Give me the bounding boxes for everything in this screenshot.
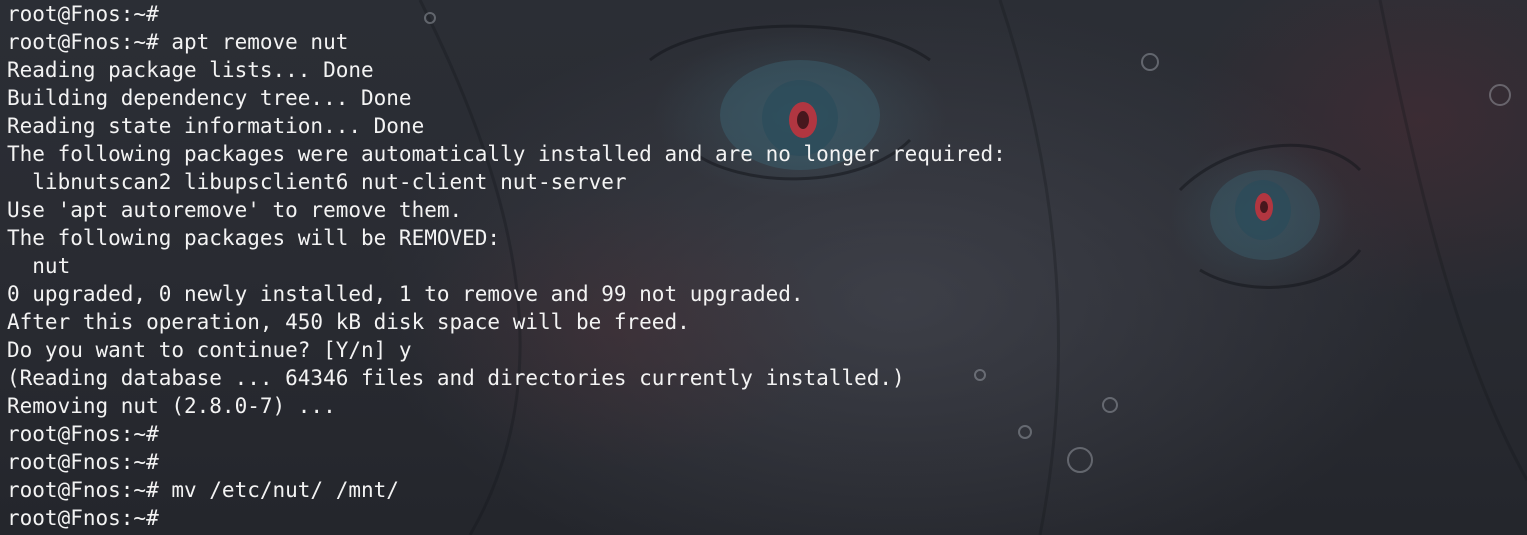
terminal-prompt-line[interactable]: root@Fnos:~# (7, 504, 1006, 532)
terminal-line: Use 'apt autoremove' to remove them. (7, 198, 463, 222)
terminal-line: root@Fnos:~# apt remove nut (7, 30, 349, 54)
terminal-line: Reading package lists... Done (7, 58, 374, 82)
terminal-prompt: root@Fnos:~# (7, 506, 159, 530)
terminal-line: Removing nut (2.8.0-7) ... (7, 394, 336, 418)
terminal-line: Do you want to continue? [Y/n] y (7, 338, 412, 362)
terminal-line: root@Fnos:~# (7, 2, 159, 26)
terminal-line: The following packages will be REMOVED: (7, 226, 501, 250)
terminal-line: Building dependency tree... Done (7, 86, 412, 110)
eye-right-art (1210, 170, 1320, 260)
terminal-line: root@Fnos:~# mv /etc/nut/ /mnt/ (7, 478, 399, 502)
terminal-line: After this operation, 450 kB disk space … (7, 310, 690, 334)
terminal-window[interactable]: root@Fnos:~# root@Fnos:~# apt remove nut R… (0, 0, 1527, 535)
terminal-output[interactable]: root@Fnos:~# root@Fnos:~# apt remove nut R… (7, 0, 1006, 532)
terminal-line: The following packages were automaticall… (7, 142, 1006, 166)
terminal-line: libnutscan2 libupsclient6 nut-client nut… (7, 170, 627, 194)
terminal-line: (Reading database ... 64346 files and di… (7, 366, 905, 390)
terminal-line: root@Fnos:~# (7, 450, 159, 474)
terminal-line: 0 upgraded, 0 newly installed, 1 to remo… (7, 282, 804, 306)
text-cursor (159, 507, 171, 529)
terminal-line: nut (7, 254, 71, 278)
terminal-line: Reading state information... Done (7, 114, 425, 138)
terminal-line: root@Fnos:~# (7, 422, 159, 446)
